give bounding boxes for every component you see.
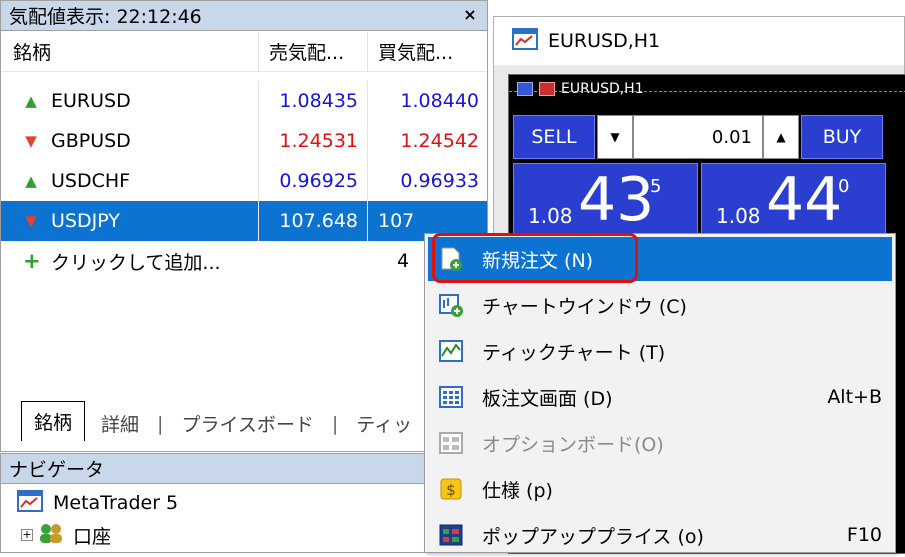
table-row-selected[interactable]: ▼ USDJPY 107.648 107 (1, 201, 487, 241)
arrow-up-icon: ▲ (25, 92, 37, 110)
table-row[interactable]: ▲ USDCHF 0.96925 0.96933 (1, 161, 487, 201)
menu-item-label: チャートウインドウ (C) (482, 295, 687, 318)
menu-item-shortcut: Alt+B (827, 386, 882, 408)
table-row[interactable]: ▲ EURUSD 1.08435 1.08440 (1, 81, 487, 121)
bid-value: 107.648 (279, 210, 358, 232)
tab-divider: | (331, 413, 339, 435)
close-icon[interactable]: × (459, 4, 481, 26)
ask-column-header[interactable]: 買気配... (367, 31, 487, 72)
bid-value: 0.96925 (279, 170, 358, 192)
market-watch-title: 気配値表示: 22:12:46 (9, 6, 202, 28)
sell-price-prefix: 1.08 (528, 204, 573, 228)
bid-value: 1.08435 (279, 90, 358, 112)
menu-item-tick-chart[interactable]: ティックチャート (T) (428, 329, 892, 373)
trade-panel-icon (517, 82, 533, 96)
chart-label-text: EURUSD,H1 (561, 81, 644, 97)
terminal-icon (17, 489, 43, 517)
bid-value: 1.24531 (279, 130, 358, 152)
menu-item-label: ポップアッププライス (o) (482, 525, 704, 548)
buy-price-main: 44 (766, 165, 843, 235)
tab-ticks[interactable]: ティッ (340, 405, 428, 441)
symbol-name: USDCHF (51, 170, 131, 192)
sell-price-main: 43 (578, 165, 655, 235)
chart-icon (512, 27, 538, 55)
symbol-name: USDJPY (51, 210, 120, 232)
buy-button[interactable]: BUY (801, 115, 883, 159)
svg-text:$: $ (446, 481, 456, 499)
new-order-icon (436, 244, 466, 274)
menu-item-chart-window[interactable]: チャートウインドウ (C) (428, 283, 892, 327)
navigator-item-label: MetaTrader 5 (53, 492, 179, 514)
market-watch-panel: 気配値表示: 22:12:46 × 銘柄 売気配... 買気配... ▲ EURU… (0, 0, 488, 452)
menu-item-depth-of-market[interactable]: 板注文画面 (D) Alt+B (428, 375, 892, 419)
menu-item-popup-prices[interactable]: ポップアッププライス (o) F10 (428, 513, 892, 557)
chevron-down-icon: ▼ (610, 130, 620, 144)
buy-price-prefix: 1.08 (716, 204, 761, 228)
add-symbol-label: クリックして追加... (51, 251, 221, 274)
navigator-panel: ナビゲータ MetaTrader 5 + 口座 (0, 453, 488, 553)
market-watch-header-row: 銘柄 売気配... 買気配... (1, 31, 487, 72)
sell-button[interactable]: SELL (513, 115, 595, 159)
symbol-name: GBPUSD (51, 130, 131, 152)
tick-chart-icon (436, 336, 466, 366)
navigator-item-label: 口座 (73, 525, 112, 548)
navigator-title-bar: ナビゲータ (1, 454, 487, 484)
specification-icon: $ (436, 474, 466, 504)
ask-value: 0.96933 (400, 170, 479, 192)
navigator-item-metatrader[interactable]: MetaTrader 5 (17, 488, 178, 518)
chart-symbol-label: EURUSD,H1 (517, 81, 644, 97)
menu-item-label: ティックチャート (T) (482, 341, 666, 364)
market-watch-tabs: 銘柄 詳細 | プライスボード | ティッ (21, 401, 428, 441)
lot-increase-button[interactable]: ▲ (763, 115, 799, 159)
symbol-name: EURUSD (51, 90, 131, 112)
plus-icon: + (23, 249, 41, 273)
context-menu: 新規注文 (N) チャートウインドウ (C) ティックチャート (T) 板注文画… (424, 233, 896, 553)
trade-panel-icon (539, 82, 555, 96)
popup-prices-icon (436, 520, 466, 550)
symbol-column-header[interactable]: 銘柄 (1, 32, 257, 72)
navigator-title: ナビゲータ (9, 459, 105, 481)
chart-window-title-bar[interactable]: EURUSD,H1 (494, 17, 904, 65)
tab-price-board[interactable]: プライスボード (165, 405, 329, 441)
ask-value: 1.24542 (400, 130, 479, 152)
menu-item-option-board: オプションボード(O) (428, 421, 892, 465)
market-watch-title-bar: 気配値表示: 22:12:46 × (1, 1, 487, 31)
tab-details[interactable]: 詳細 (85, 405, 155, 441)
arrow-down-icon: ▼ (25, 132, 37, 150)
depth-of-market-icon (436, 382, 466, 412)
tab-divider: | (157, 413, 164, 435)
accounts-icon (37, 522, 65, 549)
navigator-item-accounts[interactable]: + 口座 (21, 520, 111, 550)
option-board-icon (436, 428, 466, 458)
menu-item-shortcut: F10 (846, 524, 882, 546)
arrow-down-icon: ▼ (25, 212, 37, 230)
ask-value: 1.08440 (400, 90, 479, 112)
menu-item-label: 板注文画面 (D) (482, 387, 613, 410)
tab-symbols[interactable]: 銘柄 (21, 401, 86, 441)
lot-decrease-button[interactable]: ▼ (597, 115, 633, 159)
bid-column-header[interactable]: 売気配... (258, 31, 366, 72)
chevron-up-icon: ▲ (776, 130, 786, 144)
sell-price-point: 5 (650, 176, 662, 197)
menu-item-label: 新規注文 (N) (482, 249, 594, 272)
table-row[interactable]: ▼ GBPUSD 1.24531 1.24542 (1, 121, 487, 161)
expand-tree-icon: + (21, 528, 33, 541)
ask-value: 107 (378, 210, 415, 232)
lot-size-input[interactable]: 0.01 (633, 115, 763, 159)
add-symbol-row[interactable]: + クリックして追加... 4 (1, 241, 487, 281)
symbol-count: 4 (397, 250, 410, 272)
menu-item-new-order[interactable]: 新規注文 (N) (428, 237, 892, 281)
arrow-up-icon: ▲ (25, 172, 37, 190)
chart-window-title: EURUSD,H1 (548, 30, 661, 52)
menu-item-label: オプションボード(O) (482, 433, 664, 456)
chart-window-icon (436, 290, 466, 320)
menu-item-specification[interactable]: $ 仕様 (p) (428, 467, 892, 511)
buy-price-point: 0 (838, 176, 850, 197)
menu-item-label: 仕様 (p) (482, 479, 553, 502)
